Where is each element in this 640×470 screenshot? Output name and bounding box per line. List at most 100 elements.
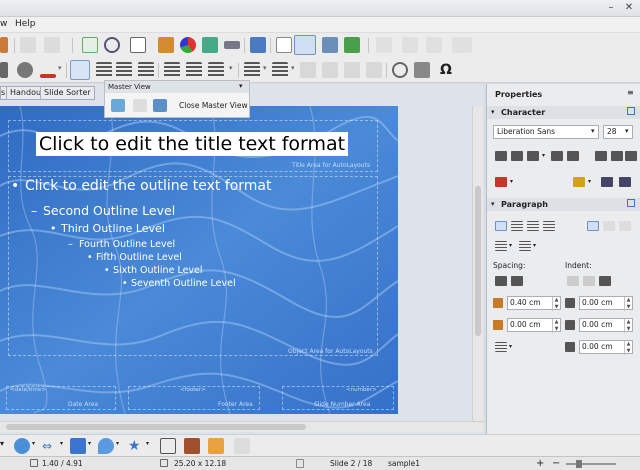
case-icon[interactable] bbox=[619, 177, 631, 187]
increase-indent-icon[interactable] bbox=[567, 276, 579, 286]
scrollbar-thumb[interactable] bbox=[6, 424, 306, 430]
paste-icon[interactable] bbox=[0, 37, 8, 53]
numbering-icon[interactable] bbox=[519, 241, 531, 251]
chevron-down-icon[interactable]: ▾ bbox=[58, 64, 62, 72]
outline-style-icon[interactable] bbox=[511, 151, 523, 161]
find-replace-icon[interactable] bbox=[392, 62, 408, 78]
spin-up-icon[interactable]: ▲ ▼ bbox=[552, 319, 560, 333]
master-slide-icon[interactable] bbox=[153, 99, 167, 112]
navigator-icon[interactable] bbox=[250, 37, 266, 53]
outline-level-6[interactable]: Sixth Outline Level bbox=[113, 265, 203, 276]
strikethrough-icon[interactable] bbox=[527, 151, 539, 161]
promote-icon[interactable] bbox=[300, 62, 316, 78]
align-right-icon[interactable] bbox=[527, 221, 539, 231]
outline-level-5[interactable]: Fifth Outline Level bbox=[96, 252, 182, 263]
increase-spacing-icon[interactable] bbox=[495, 276, 507, 286]
line-spacing-icon[interactable] bbox=[495, 342, 507, 352]
scrollbar-thumb[interactable] bbox=[475, 186, 481, 336]
chevron-down-icon[interactable]: ▾ bbox=[509, 242, 512, 249]
zoom-icon[interactable] bbox=[104, 37, 120, 53]
duplicate-slide-icon[interactable] bbox=[402, 37, 418, 53]
pivot-table-icon[interactable] bbox=[202, 37, 218, 53]
outline-level-1[interactable]: Click to edit the outline text format bbox=[25, 178, 272, 194]
bullets-icon[interactable] bbox=[244, 62, 260, 78]
chevron-down-icon[interactable]: ▾ bbox=[588, 178, 591, 185]
slide-layout-icon[interactable] bbox=[276, 37, 292, 53]
outline-level-2[interactable]: Second Outline Level bbox=[43, 203, 175, 218]
slideshow-icon[interactable] bbox=[322, 37, 338, 53]
menu-window[interactable]: w bbox=[0, 19, 7, 29]
move-up-icon[interactable] bbox=[344, 62, 360, 78]
title-placeholder[interactable]: Click to edit the title text format bbox=[36, 132, 348, 156]
more-options-icon[interactable] bbox=[627, 107, 635, 115]
font-name-combo[interactable]: Liberation Sans bbox=[493, 125, 599, 139]
shadow-style-icon[interactable] bbox=[551, 151, 563, 161]
flowchart-icon[interactable] bbox=[70, 438, 86, 454]
justify-icon[interactable] bbox=[138, 62, 154, 78]
collapse-icon[interactable]: ▾ bbox=[491, 108, 495, 116]
close-window-icon[interactable]: ✕ bbox=[622, 2, 636, 14]
spin-up-icon[interactable]: ▲ ▼ bbox=[552, 297, 560, 311]
align-left-icon[interactable] bbox=[495, 221, 507, 231]
smiley-shapes-icon[interactable] bbox=[14, 438, 30, 454]
spacing-icon[interactable] bbox=[625, 151, 637, 161]
font-color-icon[interactable] bbox=[495, 177, 507, 187]
vertical-scrollbar[interactable] bbox=[472, 106, 483, 431]
align-center-icon[interactable] bbox=[511, 221, 523, 231]
chevron-down-icon[interactable]: ▾ bbox=[263, 64, 267, 72]
outline-level-4[interactable]: Fourth Outline Level bbox=[79, 239, 175, 250]
grow-font-icon[interactable] bbox=[595, 151, 607, 161]
bold-icon[interactable] bbox=[0, 62, 8, 78]
callout-icon[interactable] bbox=[98, 438, 114, 454]
sidebar-menu-icon[interactable]: ≡ bbox=[627, 88, 634, 97]
align-center-icon[interactable] bbox=[96, 62, 112, 78]
insert-image-icon[interactable] bbox=[208, 438, 224, 454]
chevron-down-icon[interactable]: ▾ bbox=[625, 127, 629, 135]
move-down-icon[interactable] bbox=[366, 62, 382, 78]
new-master-icon[interactable] bbox=[111, 99, 125, 112]
arrows-icon[interactable]: ⇔ bbox=[42, 438, 58, 454]
align-left-icon[interactable] bbox=[70, 60, 90, 80]
chevron-down-icon[interactable]: ▾ bbox=[229, 64, 233, 72]
image-icon[interactable] bbox=[158, 37, 174, 53]
shadow-icon[interactable] bbox=[17, 62, 33, 78]
chart-icon[interactable] bbox=[180, 37, 196, 53]
decrease-indent-icon[interactable] bbox=[583, 276, 595, 286]
chevron-down-icon[interactable]: ▾ bbox=[60, 440, 63, 447]
highlight-color-icon[interactable] bbox=[573, 177, 585, 187]
rename-master-icon[interactable] bbox=[133, 99, 147, 112]
align-top-icon[interactable] bbox=[587, 221, 599, 231]
horizontal-scrollbar[interactable] bbox=[0, 421, 484, 432]
document-modified-icon[interactable] bbox=[296, 459, 304, 468]
spellcheck-icon[interactable] bbox=[82, 37, 98, 53]
points-icon[interactable] bbox=[160, 438, 176, 454]
link-icon[interactable] bbox=[224, 41, 240, 49]
zoom-out-button[interactable]: + bbox=[536, 457, 544, 470]
outline-level-7[interactable]: Seventh Outline Level bbox=[131, 278, 236, 289]
delete-slide-icon[interactable] bbox=[426, 37, 442, 53]
numbering-icon[interactable] bbox=[272, 62, 288, 78]
bullets-icon[interactable] bbox=[495, 241, 507, 251]
undo-icon[interactable] bbox=[20, 37, 36, 53]
spin-up-icon[interactable]: ▲ ▼ bbox=[624, 319, 632, 333]
align-top-icon[interactable] bbox=[164, 62, 180, 78]
align-middle-icon[interactable] bbox=[186, 62, 202, 78]
menu-help[interactable]: Help bbox=[15, 19, 36, 29]
chevron-down-icon[interactable]: ▾ bbox=[116, 440, 119, 447]
chevron-down-icon[interactable]: ▾ bbox=[239, 82, 243, 90]
chevron-down-icon[interactable]: ▾ bbox=[533, 242, 536, 249]
align-middle-icon[interactable] bbox=[603, 221, 615, 231]
chevron-down-icon[interactable]: ▾ bbox=[32, 440, 35, 447]
gluepoints-icon[interactable] bbox=[184, 438, 200, 454]
more-options-icon[interactable] bbox=[627, 199, 635, 207]
align-right-icon[interactable] bbox=[116, 62, 132, 78]
slide-design-icon[interactable] bbox=[452, 37, 472, 53]
new-slide-icon[interactable] bbox=[376, 37, 392, 53]
justify-icon[interactable] bbox=[543, 221, 555, 231]
outline-level-3[interactable]: Third Outline Level bbox=[61, 222, 165, 235]
align-bottom-icon[interactable] bbox=[619, 221, 631, 231]
zoom-in-button[interactable]: − bbox=[552, 457, 560, 470]
zoom-slider-thumb[interactable] bbox=[576, 460, 582, 468]
shrink-font-icon[interactable] bbox=[611, 151, 623, 161]
chevron-down-icon[interactable]: ▾ bbox=[510, 178, 513, 185]
